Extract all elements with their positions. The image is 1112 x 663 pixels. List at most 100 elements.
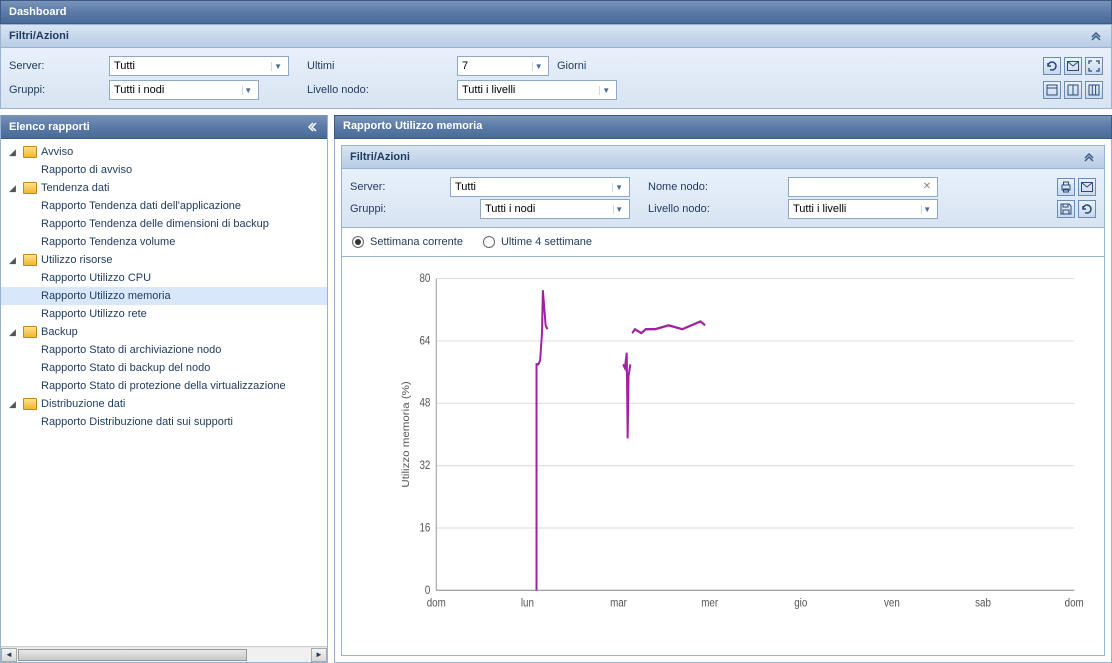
layout-3-icon[interactable] xyxy=(1085,81,1103,99)
svg-text:mer: mer xyxy=(701,597,718,610)
tree-toggle-icon[interactable]: ◢ xyxy=(9,399,19,410)
server-label: Server: xyxy=(9,60,109,72)
node-name-field[interactable]: ✕ xyxy=(788,177,938,197)
tree-leaf[interactable]: Rapporto Stato di protezione della virtu… xyxy=(1,377,327,395)
node-level-combo[interactable]: ▼ xyxy=(457,80,617,100)
print-icon[interactable] xyxy=(1057,178,1075,196)
email-icon[interactable] xyxy=(1078,178,1096,196)
email-icon[interactable] xyxy=(1064,57,1082,75)
chevron-down-icon[interactable]: ▼ xyxy=(599,86,612,95)
tree-toggle-icon[interactable]: ◢ xyxy=(9,327,19,338)
radio-last-4-weeks[interactable]: Ultime 4 settimane xyxy=(483,236,592,248)
scroll-left-icon[interactable]: ◄ xyxy=(1,648,17,662)
refresh-icon[interactable] xyxy=(1078,200,1096,218)
tree-leaf[interactable]: Rapporto Stato di backup del nodo xyxy=(1,359,327,377)
leaf-label: Rapporto Stato di backup del nodo xyxy=(41,362,210,374)
save-icon[interactable] xyxy=(1057,200,1075,218)
svg-text:ven: ven xyxy=(884,597,900,610)
leaf-label: Rapporto Utilizzo rete xyxy=(41,308,147,320)
leaf-label: Rapporto Utilizzo memoria xyxy=(41,290,171,302)
top-filters-header: Filtri/Azioni xyxy=(0,24,1112,48)
sidebar-title: Elenco rapporti xyxy=(9,121,90,133)
last-value-combo[interactable]: ▼ xyxy=(457,56,549,76)
svg-text:lun: lun xyxy=(521,597,534,610)
time-range-radios: Settimana corrente Ultime 4 settimane xyxy=(341,228,1105,257)
clear-icon[interactable]: ✕ xyxy=(921,181,933,193)
tree-leaf[interactable]: Rapporto Distribuzione dati sui supporti xyxy=(1,413,327,431)
tree-folder[interactable]: ◢Backup xyxy=(1,323,327,341)
chevron-down-icon[interactable]: ▼ xyxy=(921,205,933,214)
leaf-label: Rapporto Stato di protezione della virtu… xyxy=(41,380,286,392)
tree-toggle-icon[interactable]: ◢ xyxy=(9,183,19,194)
leaf-label: Rapporto Utilizzo CPU xyxy=(41,272,151,284)
tree-leaf[interactable]: Rapporto Tendenza delle dimensioni di ba… xyxy=(1,215,327,233)
server-input[interactable] xyxy=(114,60,267,72)
tree-folder[interactable]: ◢ Distribuzione dati xyxy=(1,395,327,413)
tree-leaf[interactable]: Rapporto Stato di archiviazione nodo xyxy=(1,341,327,359)
radio-current-week[interactable]: Settimana corrente xyxy=(352,236,463,248)
svg-text:Utilizzo memoria (%): Utilizzo memoria (%) xyxy=(401,381,412,487)
inner-filters-title: Filtri/Azioni xyxy=(350,151,410,163)
tree-folder[interactable]: ◢Avviso xyxy=(1,143,327,161)
expand-icon[interactable] xyxy=(1085,57,1103,75)
refresh-icon[interactable] xyxy=(1043,57,1061,75)
radio-last4-label: Ultime 4 settimane xyxy=(501,236,592,248)
collapse-up-icon[interactable] xyxy=(1089,29,1103,43)
svg-text:32: 32 xyxy=(419,459,430,472)
inner-node-level-input[interactable] xyxy=(793,203,917,215)
folder-icon xyxy=(23,146,37,158)
folder-icon xyxy=(23,254,37,266)
report-title: Rapporto Utilizzo memoria xyxy=(343,120,482,132)
inner-server-input[interactable] xyxy=(455,181,608,193)
report-content: Rapporto Utilizzo memoria Filtri/Azioni … xyxy=(334,115,1112,663)
horizontal-scrollbar[interactable]: ◄ ► xyxy=(1,646,327,662)
node-level-label: Livello nodo: xyxy=(307,84,447,96)
inner-groups-input[interactable] xyxy=(485,203,609,215)
tree-toggle-icon[interactable]: ◢ xyxy=(9,147,19,158)
filters-title: Filtri/Azioni xyxy=(9,30,69,42)
groups-combo[interactable]: ▼ xyxy=(109,80,259,100)
tree-leaf[interactable]: Rapporto Utilizzo rete xyxy=(1,305,327,323)
inner-groups-combo[interactable]: ▼ xyxy=(480,199,630,219)
tree-leaf[interactable]: Rapporto Utilizzo memoria xyxy=(1,287,327,305)
server-combo[interactable]: ▼ xyxy=(109,56,289,76)
chevron-down-icon[interactable]: ▼ xyxy=(613,205,625,214)
tree-folder[interactable]: ◢Tendenza dati xyxy=(1,179,327,197)
top-filter-bar: Server: ▼ Ultimi ▼ Giorni Gruppi: ▼ Live… xyxy=(0,48,1112,109)
tree-leaf[interactable]: Rapporto Utilizzo CPU xyxy=(1,269,327,287)
svg-text:0: 0 xyxy=(425,584,430,597)
leaf-label: Rapporto Distribuzione dati sui supporti xyxy=(41,416,233,428)
chevron-down-icon[interactable]: ▼ xyxy=(242,86,254,95)
chevron-down-icon[interactable]: ▼ xyxy=(532,62,544,71)
last-value-input[interactable] xyxy=(462,60,528,72)
svg-text:dom: dom xyxy=(1065,597,1084,610)
svg-text:48: 48 xyxy=(419,397,430,410)
inner-node-level-combo[interactable]: ▼ xyxy=(788,199,938,219)
node-level-input[interactable] xyxy=(462,84,595,96)
collapse-left-icon[interactable] xyxy=(305,120,319,134)
leaf-label: Rapporto Stato di archiviazione nodo xyxy=(41,344,221,356)
chevron-down-icon[interactable]: ▼ xyxy=(612,183,625,192)
layout-1-icon[interactable] xyxy=(1043,81,1061,99)
tree-leaf[interactable]: Rapporto di avviso xyxy=(1,161,327,179)
tree-toggle-icon[interactable]: ◢ xyxy=(9,255,19,266)
radio-checked-icon xyxy=(352,236,364,248)
node-name-label: Nome nodo: xyxy=(648,181,788,193)
reports-sidebar: Elenco rapporti ◢AvvisoRapporto di avvis… xyxy=(0,115,328,663)
folder-label: Distribuzione dati xyxy=(41,398,125,410)
radio-current-label: Settimana corrente xyxy=(370,236,463,248)
scroll-right-icon[interactable]: ► xyxy=(311,648,327,662)
groups-input[interactable] xyxy=(114,84,238,96)
node-name-input[interactable] xyxy=(793,181,933,193)
tree-leaf[interactable]: Rapporto Tendenza dati dell'applicazione xyxy=(1,197,327,215)
folder-icon xyxy=(23,398,37,410)
svg-text:gio: gio xyxy=(794,597,807,610)
layout-2-icon[interactable] xyxy=(1064,81,1082,99)
leaf-label: Rapporto Tendenza delle dimensioni di ba… xyxy=(41,218,269,230)
inner-server-combo[interactable]: ▼ xyxy=(450,177,630,197)
inner-filters-header: Filtri/Azioni xyxy=(341,145,1105,169)
collapse-up-icon[interactable] xyxy=(1082,150,1096,164)
chevron-down-icon[interactable]: ▼ xyxy=(271,62,284,71)
tree-leaf[interactable]: Rapporto Tendenza volume xyxy=(1,233,327,251)
tree-folder[interactable]: ◢Utilizzo risorse xyxy=(1,251,327,269)
